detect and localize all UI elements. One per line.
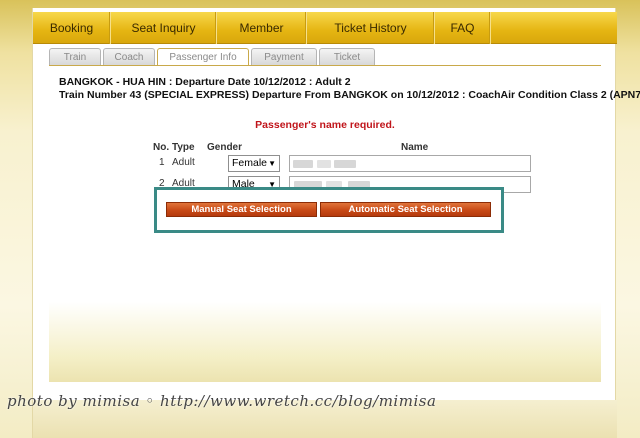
row-1-gender-select[interactable]: Female ▼ bbox=[228, 155, 280, 172]
seat-selection-highlight: Manual Seat Selection Automatic Seat Sel… bbox=[154, 187, 504, 233]
trip-summary: BANGKOK - HUA HIN : Departure Date 10/12… bbox=[59, 76, 640, 102]
automatic-seat-selection-button[interactable]: Automatic Seat Selection bbox=[320, 202, 491, 217]
row-1-name-input[interactable] bbox=[289, 155, 531, 172]
page-frame: Booking Seat Inquiry Member Ticket Histo… bbox=[32, 8, 640, 438]
header-name: Name bbox=[401, 142, 429, 153]
steps-divider bbox=[49, 65, 601, 66]
step-train[interactable]: Train bbox=[49, 48, 101, 65]
redacted-name bbox=[334, 160, 356, 168]
row-1-type: Adult bbox=[172, 157, 195, 168]
trip-train-line: Train Number 43 (SPECIAL EXPRESS) Depart… bbox=[59, 89, 640, 101]
header-type: Type bbox=[172, 142, 195, 153]
nav-ticket-history[interactable]: Ticket History bbox=[307, 12, 435, 44]
row-1-gender-value: Female bbox=[232, 157, 268, 169]
booking-steps: Train Coach Passenger Info Payment Ticke… bbox=[49, 48, 377, 66]
nav-member[interactable]: Member bbox=[217, 12, 307, 44]
nav-seat-inquiry[interactable]: Seat Inquiry bbox=[111, 12, 217, 44]
header-no: No. bbox=[153, 142, 170, 153]
nav-faq[interactable]: FAQ bbox=[435, 12, 491, 44]
header-gender: Gender bbox=[207, 142, 243, 153]
main-navigation: Booking Seat Inquiry Member Ticket Histo… bbox=[33, 12, 617, 44]
trip-route-line: BANGKOK - HUA HIN : Departure Date 10/12… bbox=[59, 76, 351, 88]
redacted-name bbox=[293, 160, 313, 168]
nav-filler bbox=[491, 12, 617, 43]
background-glow bbox=[49, 302, 601, 382]
chevron-down-icon: ▼ bbox=[268, 159, 276, 168]
step-payment[interactable]: Payment bbox=[251, 48, 317, 65]
photo-watermark: photo by mimisa ◦ http://www.wretch.cc/b… bbox=[7, 392, 437, 410]
step-passenger-info[interactable]: Passenger Info bbox=[157, 48, 249, 65]
manual-seat-selection-button[interactable]: Manual Seat Selection bbox=[166, 202, 317, 217]
error-message: Passenger's name required. bbox=[255, 119, 395, 131]
step-ticket[interactable]: Ticket bbox=[319, 48, 375, 65]
redacted-name bbox=[317, 160, 331, 168]
nav-booking[interactable]: Booking bbox=[33, 12, 111, 44]
row-1-no: 1 bbox=[159, 157, 165, 168]
step-coach[interactable]: Coach bbox=[103, 48, 155, 65]
